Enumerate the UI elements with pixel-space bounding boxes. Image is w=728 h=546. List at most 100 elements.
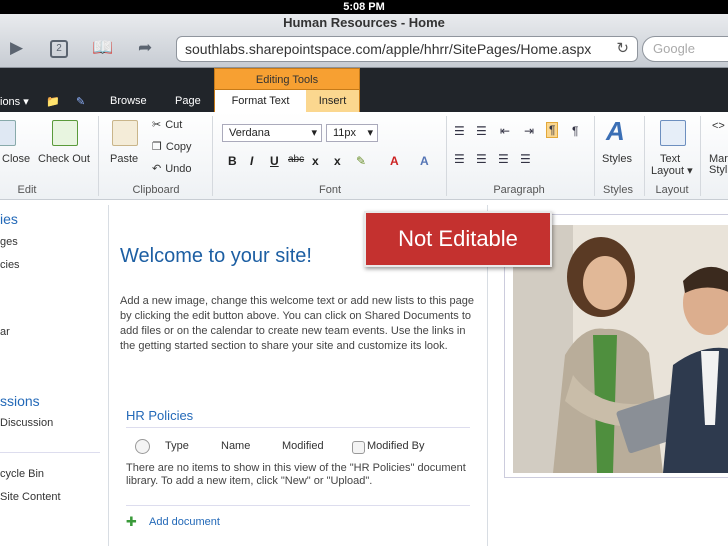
rtl-icon[interactable]: ¶ bbox=[572, 124, 578, 138]
subscript-button[interactable]: x bbox=[312, 154, 319, 168]
undo-icon: ↶ bbox=[152, 163, 162, 175]
browser-toolbar: Human Resources - Home ▶ 2 📖 ➦ southlabs… bbox=[0, 14, 728, 68]
site-actions-label: ions bbox=[0, 96, 21, 108]
empty-list-message: There are no items to show in this view … bbox=[126, 462, 466, 487]
bold-button[interactable]: B bbox=[228, 154, 237, 168]
tabs-icon[interactable]: 2 bbox=[50, 40, 68, 58]
font-color-icon[interactable]: A bbox=[390, 154, 399, 168]
outdent-icon[interactable]: ⇤ bbox=[500, 124, 510, 138]
ribbon-divider bbox=[644, 116, 645, 196]
highlight-icon[interactable]: ✎ bbox=[356, 154, 366, 168]
column-modified[interactable]: Modified bbox=[282, 440, 324, 452]
undo-button[interactable]: ↶ Undo bbox=[152, 162, 192, 176]
numbered-list-icon[interactable]: ☰ bbox=[476, 124, 487, 138]
check-out-button[interactable]: Check Out bbox=[38, 153, 90, 165]
tab-page[interactable]: Page bbox=[175, 95, 201, 107]
nav-item-calendar[interactable]: ar bbox=[0, 326, 10, 338]
tab-browse[interactable]: Browse bbox=[110, 95, 147, 107]
group-label-paragraph: Paragraph bbox=[493, 184, 545, 196]
url-text: southlabs.sharepointspace.com/apple/hhrr… bbox=[185, 41, 592, 57]
share-icon[interactable]: ➦ bbox=[138, 38, 152, 58]
copy-button[interactable]: ❐ Copy bbox=[152, 140, 192, 154]
nav-item-recycle-bin[interactable]: cycle Bin bbox=[0, 468, 44, 480]
nav-item-team-discussion[interactable]: Discussion bbox=[0, 417, 53, 429]
group-label-layout: Layout bbox=[655, 184, 689, 196]
cut-label: Cut bbox=[165, 118, 183, 131]
group-label-styles: Styles bbox=[603, 184, 633, 196]
chevron-down-icon: ▾ bbox=[367, 127, 373, 139]
indent-icon[interactable]: ⇥ bbox=[524, 124, 534, 138]
font-family-select[interactable]: Verdana ▾ bbox=[222, 124, 322, 142]
font-size-select[interactable]: 11px ▾ bbox=[326, 124, 378, 142]
select-all-checkbox[interactable] bbox=[135, 439, 150, 454]
navigate-up-icon[interactable]: 📁 bbox=[46, 95, 60, 108]
nav-item-policies[interactable]: cies bbox=[0, 259, 20, 271]
group-label-clipboard: Clipboard bbox=[132, 184, 180, 196]
bullet-list-icon[interactable]: ☰ bbox=[454, 124, 465, 138]
ribbon: Close Check Out Edit Paste ✂ Cut ❐ Copy ↶ U… bbox=[0, 112, 728, 200]
justify-icon[interactable]: ☰ bbox=[520, 152, 531, 166]
ribbon-divider bbox=[700, 116, 701, 196]
ltr-icon[interactable]: ¶ bbox=[546, 122, 559, 138]
url-field[interactable]: southlabs.sharepointspace.com/apple/hhrr… bbox=[176, 36, 638, 62]
nav-libraries-heading[interactable]: ies bbox=[0, 211, 18, 227]
edit-page-icon[interactable]: ✎ bbox=[76, 95, 85, 108]
copy-label: Copy bbox=[165, 140, 192, 153]
tab-count: 2 bbox=[56, 43, 62, 54]
nav-item-site-pages[interactable]: ges bbox=[0, 236, 18, 248]
forward-icon[interactable]: ▶ bbox=[10, 38, 23, 58]
ribbon-divider bbox=[212, 116, 213, 196]
superscript-button[interactable]: x bbox=[334, 154, 341, 168]
undo-label: Undo bbox=[165, 162, 192, 175]
underline-button[interactable]: U bbox=[270, 154, 279, 168]
column-type[interactable]: Type bbox=[165, 440, 189, 452]
nav-discussions-heading[interactable]: ssions bbox=[0, 393, 40, 409]
italic-button[interactable]: I bbox=[250, 154, 253, 168]
text-layout-line2[interactable]: Layout ▾ bbox=[651, 164, 693, 177]
cut-button[interactable]: ✂ Cut bbox=[152, 118, 183, 132]
column-name[interactable]: Name bbox=[221, 440, 250, 452]
markup-styles-line2[interactable]: Styl bbox=[709, 164, 727, 176]
welcome-text: Add a new image, change this welcome tex… bbox=[120, 295, 475, 352]
scissors-icon: ✂ bbox=[152, 119, 162, 131]
copy-icon: ❐ bbox=[152, 141, 162, 153]
editing-tools-header: Editing Tools bbox=[214, 68, 360, 90]
search-placeholder: Google bbox=[653, 41, 695, 56]
text-layout-icon[interactable] bbox=[660, 120, 686, 146]
ribbon-divider bbox=[98, 116, 99, 196]
paste-button[interactable]: Paste bbox=[110, 153, 138, 165]
nav-item-all-site-content[interactable]: Site Content bbox=[0, 491, 61, 503]
modified-by-checkbox[interactable] bbox=[352, 441, 365, 454]
tab-format-text[interactable]: Format Text bbox=[214, 90, 306, 112]
styles-button[interactable]: Styles bbox=[602, 153, 632, 165]
add-document-link[interactable]: Add document bbox=[149, 516, 220, 528]
align-right-icon[interactable]: ☰ bbox=[498, 152, 509, 166]
ribbon-divider bbox=[594, 116, 595, 196]
styles-icon[interactable]: A bbox=[606, 116, 625, 147]
hr-policies-title[interactable]: HR Policies bbox=[126, 408, 193, 423]
tab-insert[interactable]: Insert bbox=[306, 90, 360, 112]
save-icon[interactable] bbox=[0, 120, 16, 146]
site-actions-menu[interactable]: ions ▾ bbox=[0, 95, 29, 108]
add-icon[interactable]: ✚ bbox=[126, 514, 137, 530]
nav-divider bbox=[0, 452, 100, 453]
search-field[interactable]: Google bbox=[642, 36, 728, 62]
font-size-value: 11px bbox=[333, 127, 357, 139]
align-center-icon[interactable]: ☰ bbox=[476, 152, 487, 166]
reload-icon[interactable]: ↻ bbox=[616, 37, 629, 61]
strikethrough-button[interactable]: abc bbox=[288, 154, 304, 165]
browser-page-title: Human Resources - Home bbox=[283, 15, 445, 30]
clear-format-icon[interactable]: A bbox=[420, 154, 429, 168]
group-label-edit: Edit bbox=[17, 184, 37, 196]
markup-icon[interactable]: <> bbox=[712, 120, 725, 132]
chevron-down-icon: ▾ bbox=[23, 96, 29, 108]
bookmarks-icon[interactable]: 📖 bbox=[92, 38, 113, 58]
list-divider bbox=[126, 427, 470, 428]
paste-icon[interactable] bbox=[112, 120, 138, 146]
quick-launch: ies ges cies ar ssions Discussion cycle … bbox=[0, 200, 108, 546]
check-out-icon[interactable] bbox=[52, 120, 78, 146]
column-modified-by[interactable]: Modified By bbox=[367, 440, 424, 452]
close-button[interactable]: Close bbox=[2, 153, 30, 165]
list-divider bbox=[126, 505, 470, 506]
align-left-icon[interactable]: ☰ bbox=[454, 152, 465, 166]
